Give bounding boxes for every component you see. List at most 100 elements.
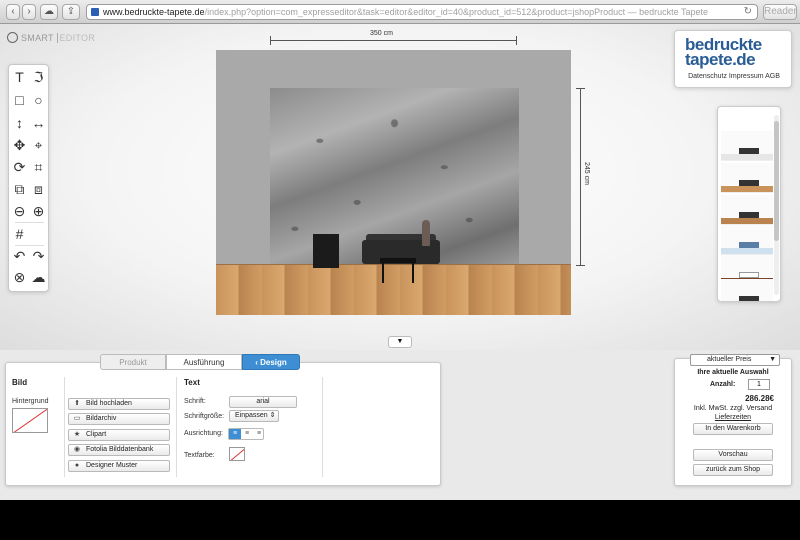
width-dimension-line bbox=[270, 36, 517, 45]
price-mode-select[interactable]: aktueller Preis ▼ bbox=[690, 354, 780, 366]
width-dimension-label: 350 cm bbox=[370, 30, 393, 37]
center-icon[interactable]: ⌖ bbox=[30, 137, 47, 154]
text-heading: Text bbox=[184, 378, 200, 387]
clipart-label: Clipart bbox=[86, 431, 107, 438]
room-thumbnail[interactable] bbox=[721, 163, 773, 193]
quantity-input[interactable]: 1 bbox=[748, 379, 770, 390]
tax-note: Inkl. MwSt. zzgl. Versand bbox=[693, 405, 773, 412]
share-icon[interactable]: ⇪ bbox=[62, 4, 80, 20]
brand-links[interactable]: Datenschutz Impressum AGB bbox=[679, 73, 789, 80]
align-right-icon[interactable]: ≡ bbox=[253, 429, 265, 439]
tab-produkt[interactable]: Produkt bbox=[100, 354, 166, 370]
table-leg bbox=[412, 263, 414, 283]
text-color-swatch[interactable] bbox=[229, 447, 245, 461]
zoom-out-icon[interactable]: ⊖ bbox=[11, 203, 28, 220]
room-gallery bbox=[717, 106, 781, 302]
bildarchiv-label: Bildarchiv bbox=[86, 415, 117, 422]
bildarchiv-button[interactable]: ▭ Bildarchiv bbox=[68, 413, 170, 425]
forward-icon[interactable]: › bbox=[22, 4, 36, 20]
room-thumbnail[interactable] bbox=[721, 279, 773, 301]
font-size-value: Einpassen bbox=[235, 412, 268, 419]
reload-icon[interactable]: ↻ bbox=[744, 5, 752, 19]
wooden-floor bbox=[216, 264, 571, 315]
height-dimension-label: 245 cm bbox=[583, 162, 590, 185]
brand-logo[interactable]: bedruckte tapete.de bbox=[685, 36, 762, 68]
lieferzeiten-link[interactable]: Lieferzeiten bbox=[676, 414, 790, 421]
selection-heading: Ihre aktuelle Auswahl bbox=[697, 369, 769, 376]
designer-muster-button[interactable]: ● Designer Muster bbox=[68, 460, 170, 472]
text-transform-icon[interactable]: ℑ bbox=[30, 69, 47, 86]
stretch-vertical-icon[interactable]: ↕ bbox=[11, 115, 28, 132]
bild-heading: Bild bbox=[12, 378, 28, 387]
ausrichtung-label: Ausrichtung: bbox=[184, 430, 223, 437]
add-ellipse-icon[interactable]: ○ bbox=[30, 92, 47, 109]
back-to-shop-button[interactable]: zurück zum Shop bbox=[693, 464, 773, 476]
crop-icon[interactable]: ⌗ bbox=[30, 159, 47, 176]
text-alignment-group: ≡ ≡ ≡ bbox=[228, 428, 264, 440]
person bbox=[422, 220, 430, 246]
zoom-in-icon[interactable]: ⊕ bbox=[30, 203, 47, 220]
collapse-panel-button[interactable]: ▼ bbox=[388, 336, 412, 348]
room-thumbnail[interactable] bbox=[721, 225, 773, 255]
redo-icon[interactable]: ↷ bbox=[30, 248, 47, 265]
back-icon[interactable]: ‹ bbox=[6, 4, 20, 20]
align-center-icon[interactable]: ≡ bbox=[241, 429, 253, 439]
add-text-icon[interactable]: T bbox=[11, 69, 28, 86]
align-left-icon[interactable]: ≡ bbox=[229, 429, 241, 439]
archive-icon: ▭ bbox=[73, 415, 81, 422]
smart-editor-logo[interactable]: SMART EDITOR bbox=[7, 32, 96, 43]
preview-button[interactable]: Vorschau bbox=[693, 449, 773, 461]
tab-design-label: Design bbox=[260, 358, 287, 367]
send-backward-icon[interactable]: ⧈ bbox=[30, 181, 47, 198]
clipart-button[interactable]: ★ Clipart bbox=[68, 429, 170, 441]
page-title: — bedruckte Tapete bbox=[627, 7, 709, 17]
rotate-icon[interactable]: ⟳ bbox=[11, 159, 28, 176]
logo-smart-text: SMART bbox=[21, 33, 54, 43]
font-size-select[interactable]: Einpassen ⇕ bbox=[229, 410, 279, 422]
bild-hochladen-button[interactable]: ⬆ Bild hochladen bbox=[68, 398, 170, 410]
upload-cloud-icon[interactable]: ☁ bbox=[30, 269, 47, 286]
reader-button[interactable]: Reader bbox=[763, 4, 797, 20]
window-bottom-edge bbox=[0, 500, 800, 540]
toolbar-divider bbox=[15, 245, 44, 246]
stepper-icon: ⇕ bbox=[269, 412, 276, 419]
textfarbe-label: Textfarbe: bbox=[184, 452, 215, 459]
hintergrund-label: Hintergrund bbox=[12, 398, 49, 405]
home-icon[interactable] bbox=[7, 32, 18, 43]
price-mode-value: aktueller Preis bbox=[707, 356, 752, 363]
schriftgroesse-label: Schriftgröße: bbox=[184, 413, 225, 420]
room-preview[interactable] bbox=[216, 50, 571, 315]
designer-muster-label: Designer Muster bbox=[86, 462, 138, 469]
browser-toolbar: ‹ › ☁ ⇪ www.bedruckte-tapete.de/index.ph… bbox=[0, 0, 800, 24]
add-to-cart-button[interactable]: In den Warenkorb bbox=[693, 423, 773, 435]
stretch-horizontal-icon[interactable]: ↔ bbox=[30, 115, 47, 132]
logo-editor-text: EDITOR bbox=[56, 33, 96, 43]
pattern-icon: ● bbox=[74, 462, 80, 469]
delete-icon[interactable]: ⊗ bbox=[11, 269, 28, 286]
undo-icon[interactable]: ↶ bbox=[11, 248, 28, 265]
tab-design[interactable]: ‹ Design bbox=[242, 354, 300, 370]
table-leg bbox=[382, 263, 384, 283]
grid-icon[interactable]: # bbox=[11, 226, 28, 243]
brand-box: bedruckte tapete.de Datenschutz Impressu… bbox=[674, 30, 792, 88]
bring-forward-icon[interactable]: ⧉ bbox=[11, 181, 28, 198]
room-thumbnail[interactable] bbox=[721, 195, 773, 225]
room-thumbnail[interactable] bbox=[721, 131, 773, 161]
upload-icon: ⬆ bbox=[74, 400, 80, 407]
bild-hochladen-label: Bild hochladen bbox=[86, 400, 132, 407]
editor-toolbar: T ℑ □ ○ ↕ ↔ ✥ ⌖ ⟳ ⌗ ⧉ ⧈ ⊖ ⊕ # ↶ ↷ ⊗ ☁ bbox=[8, 64, 49, 292]
address-bar[interactable]: www.bedruckte-tapete.de/index.php?option… bbox=[86, 4, 758, 20]
fotolia-button[interactable]: ◉ Fotolia Bilddatenbank bbox=[68, 444, 170, 456]
favicon-icon bbox=[91, 8, 99, 16]
tab-ausfuehrung[interactable]: Ausführung bbox=[166, 354, 242, 370]
coffee-table bbox=[380, 258, 416, 263]
move-icon[interactable]: ✥ bbox=[11, 137, 28, 154]
font-select[interactable]: arial bbox=[229, 396, 297, 408]
anzahl-label: Anzahl: bbox=[710, 381, 736, 388]
gallery-scrollbar[interactable] bbox=[774, 115, 779, 295]
background-color-swatch[interactable] bbox=[12, 408, 48, 433]
star-icon: ★ bbox=[73, 431, 81, 438]
add-rectangle-icon[interactable]: □ bbox=[11, 92, 28, 109]
cloud-icon[interactable]: ☁ bbox=[40, 4, 58, 20]
schrift-label: Schrift: bbox=[184, 398, 206, 405]
